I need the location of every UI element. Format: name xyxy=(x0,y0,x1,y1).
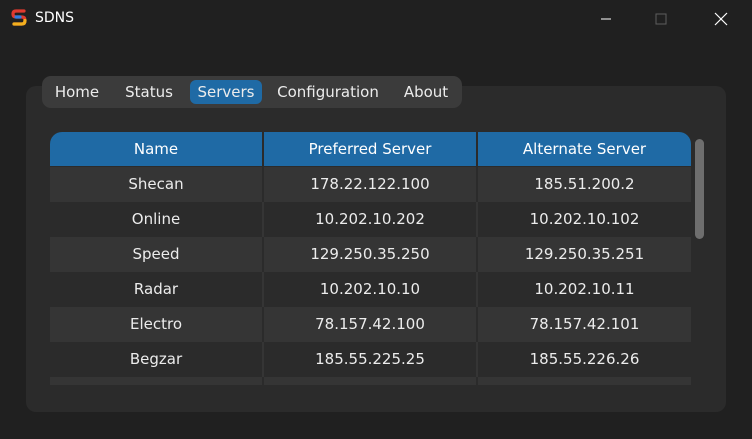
table-row[interactable]: Radar 10.202.10.10 10.202.10.11 xyxy=(50,272,691,307)
tab-status[interactable]: Status xyxy=(118,80,180,104)
tab-home[interactable]: Home xyxy=(48,80,106,104)
table-row[interactable]: Speed 129.250.35.250 129.250.35.251 xyxy=(50,237,691,272)
preferred-server-cell: 10.202.10.202 xyxy=(315,210,425,228)
close-icon xyxy=(714,12,728,26)
preferred-server-cell: 185.55.225.25 xyxy=(315,350,425,368)
tab-servers[interactable]: Servers xyxy=(190,80,262,104)
server-name-cell: Online xyxy=(131,210,181,228)
maximize-button[interactable] xyxy=(638,0,684,38)
column-divider xyxy=(476,377,478,385)
alternate-server-cell: 185.51.200.2 xyxy=(534,175,635,193)
server-name-cell: Speed xyxy=(132,245,180,263)
alternate-server-cell: 10.202.10.102 xyxy=(529,210,640,228)
alternate-server-cell: 185.55.226.26 xyxy=(529,350,640,368)
table-header: Name Preferred Server Alternate Server xyxy=(50,132,691,166)
column-header-name[interactable]: Name xyxy=(50,132,262,166)
tab-configuration[interactable]: Configuration xyxy=(272,80,384,104)
tab-about[interactable]: About xyxy=(394,80,458,104)
app-window: SDNS Home Status Servers Configuration A… xyxy=(0,0,752,439)
table-row[interactable]: Electro 78.157.42.100 78.157.42.101 xyxy=(50,307,691,342)
table-row-partial[interactable] xyxy=(50,377,691,385)
preferred-server-cell: 178.22.122.100 xyxy=(310,175,430,193)
window-title: SDNS xyxy=(35,10,75,26)
server-name-cell: Begzar xyxy=(129,350,183,368)
tab-bar: Home Status Servers Configuration About xyxy=(42,76,462,108)
server-name-cell: Radar xyxy=(133,280,179,298)
column-header-alternate-server[interactable]: Alternate Server xyxy=(478,132,691,166)
table-row[interactable]: Online 10.202.10.202 10.202.10.102 xyxy=(50,202,691,237)
column-header-preferred-server[interactable]: Preferred Server xyxy=(264,132,476,166)
table-row[interactable]: Shecan 178.22.122.100 185.51.200.2 xyxy=(50,167,691,202)
preferred-server-cell: 78.157.42.100 xyxy=(315,315,425,333)
table-scrollbar-thumb[interactable] xyxy=(695,139,704,239)
close-button[interactable] xyxy=(698,0,744,38)
column-divider xyxy=(262,377,264,385)
server-name-cell: Shecan xyxy=(128,175,184,193)
alternate-server-cell: 129.250.35.251 xyxy=(524,245,645,263)
table-row[interactable]: Begzar 185.55.225.25 185.55.226.26 xyxy=(50,342,691,377)
minimize-icon xyxy=(601,18,611,20)
alternate-server-cell: 10.202.10.11 xyxy=(534,280,635,298)
preferred-server-cell: 10.202.10.10 xyxy=(319,280,421,298)
title-bar: SDNS xyxy=(0,0,752,38)
minimize-button[interactable] xyxy=(583,0,629,38)
sdns-logo-icon xyxy=(11,9,27,26)
server-name-cell: Electro xyxy=(129,315,183,333)
maximize-icon xyxy=(655,13,667,25)
servers-table: Name Preferred Server Alternate Server S… xyxy=(50,132,691,385)
preferred-server-cell: 129.250.35.250 xyxy=(310,245,430,263)
alternate-server-cell: 78.157.42.101 xyxy=(529,315,640,333)
